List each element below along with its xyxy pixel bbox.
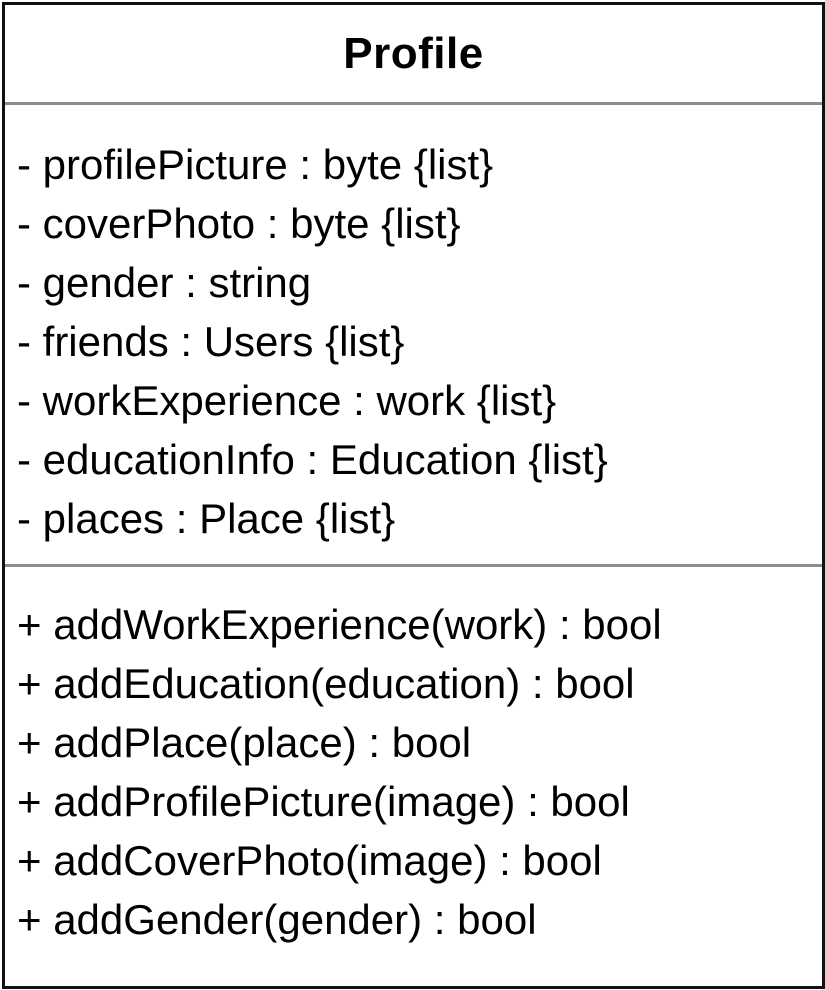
attribute-row: - friends : Users {list} [17, 318, 405, 365]
attributes-compartment: - profilePicture : byte {list} - coverPh… [5, 105, 822, 567]
uml-class-box[interactable]: Profile - profilePicture : byte {list} -… [2, 2, 825, 989]
attribute-row: - coverPhoto : byte {list} [17, 200, 461, 247]
operation-row: + addPlace(place) : bool [17, 719, 472, 766]
class-name: Profile [343, 28, 484, 78]
operation-row: + addWorkExperience(work) : bool [17, 601, 662, 648]
attribute-row: - profilePicture : byte {list} [17, 141, 494, 188]
class-header: Profile [5, 5, 822, 105]
operation-row: + addCoverPhoto(image) : bool [17, 837, 602, 884]
attribute-row: - gender : string [17, 259, 312, 306]
operation-row: + addProfilePicture(image) : bool [17, 778, 630, 825]
attribute-row: - places : Place {list} [17, 495, 396, 542]
operation-row: + addEducation(education) : bool [17, 660, 635, 707]
attribute-row: - educationInfo : Education {list} [17, 436, 608, 483]
attribute-row: - workExperience : work {list} [17, 377, 557, 424]
operation-row: + addGender(gender) : bool [17, 896, 537, 943]
operations-compartment: + addWorkExperience(work) : bool + addEd… [5, 567, 822, 949]
